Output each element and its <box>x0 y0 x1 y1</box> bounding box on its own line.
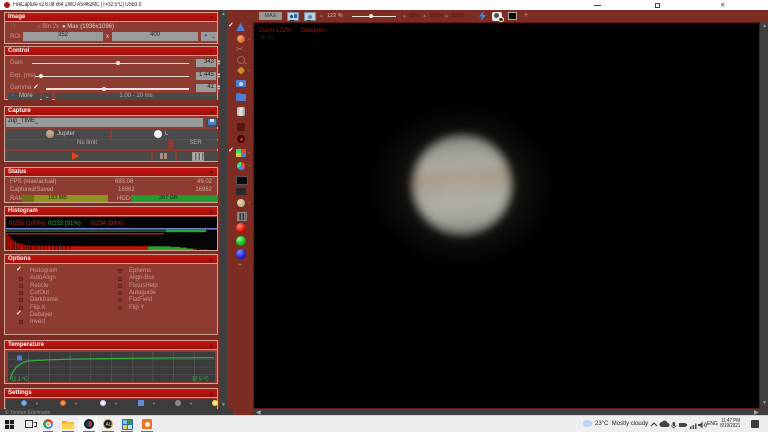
svg-text:32.5 °C: 32.5 °C <box>192 376 209 382</box>
svg-text:12.1 °C: 12.1 °C <box>11 376 28 382</box>
svg-text:0/233 (91%): 0/233 (91%) <box>48 221 81 227</box>
svg-text:0/234 (99%): 0/234 (99%) <box>91 221 124 227</box>
svg-text:0/255 (100%): 0/255 (100%) <box>9 221 45 227</box>
